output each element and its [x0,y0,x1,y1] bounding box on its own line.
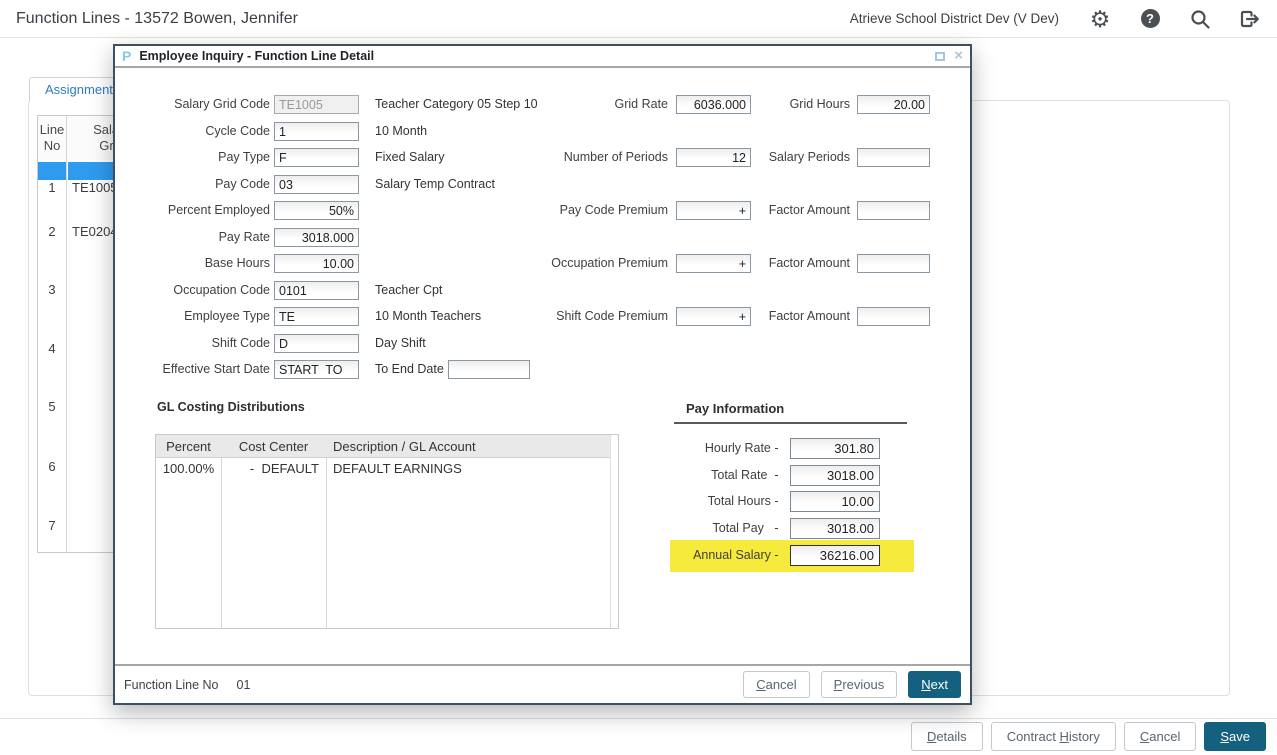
dialog-footer: Function Line No 01 Cancel Previous Next [115,664,970,703]
modal-previous-button[interactable]: Previous [821,671,898,698]
field-label: Percent Employed [115,201,270,220]
grid-hours-field[interactable] [857,95,930,114]
contract-history-button[interactable]: Contract History [991,722,1116,751]
field-label: Shift Code Premium [483,307,668,326]
field-description: 10 Month Teachers [375,307,481,326]
dialog-body: Salary Grid Code Teacher Category 05 Ste… [115,70,970,664]
field-label: Occupation Code [115,281,270,300]
to-end-date-label: To End Date [375,360,444,379]
field-label: Grid Rate [483,95,668,114]
field-description: Fixed Salary [375,148,444,167]
total-hours-field[interactable] [790,491,880,512]
pay-rate-field[interactable] [274,228,359,247]
field-label: Hourly Rate - [620,438,782,458]
cycle-code-field[interactable] [274,122,359,141]
gl-table-row[interactable]: 100.00% - DEFAULT DEFAULT EARNINGS [156,458,618,478]
footer-separator [0,718,1277,719]
field-label: Effective Start Date [115,360,270,379]
occupation-code-field[interactable] [274,281,359,300]
app-logo-icon: P [122,48,131,64]
cancel-button[interactable]: Cancel [1124,722,1196,751]
factor-amount-field[interactable] [857,307,930,326]
field-label: Base Hours [115,254,270,273]
factor-amount-field[interactable] [857,201,930,220]
field-label: Number of Periods [483,148,668,167]
field-label: Cycle Code [115,122,270,141]
field-label: Factor Amount [700,254,850,273]
search-icon[interactable] [1189,8,1211,30]
app-header: Function Lines - 13572 Bowen, Jennifer A… [0,0,1277,38]
percent-employed-field[interactable] [274,201,359,220]
function-line-no-label: Function Line No [124,678,219,692]
pay-information-title: Pay Information [674,401,907,424]
field-label: Grid Hours [700,95,850,114]
save-button[interactable]: Save [1204,722,1266,751]
field-label: Factor Amount [700,201,850,220]
field-label: Pay Code Premium [483,201,668,220]
gl-costing-table: Percent Cost Center Description / GL Acc… [155,434,619,629]
field-description: Salary Temp Contract [375,175,495,194]
field-label: Annual Salary - [620,545,782,565]
field-label: Salary Grid Code [115,95,270,114]
page-title: Function Lines - 13572 Bowen, Jennifer [16,10,298,28]
field-label: Total Pay - [620,518,782,538]
gl-table-scrollbar[interactable] [610,435,618,628]
field-label: Pay Type [115,148,270,167]
dialog-titlebar: P Employee Inquiry - Function Line Detai… [115,46,970,68]
hourly-rate-field[interactable] [790,438,880,459]
field-description: 10 Month [375,122,427,141]
selected-row-highlight[interactable] [38,162,66,180]
dialog-title: Employee Inquiry - Function Line Detail [139,49,374,63]
field-label: Shift Code [115,334,270,353]
salary-periods-field[interactable] [857,148,930,167]
employee-inquiry-dialog: P Employee Inquiry - Function Line Detai… [113,44,972,705]
field-description: Teacher Cpt [375,281,442,300]
gl-table-header: Percent Cost Center Description / GL Acc… [156,435,618,458]
shift-code-field[interactable] [274,334,359,353]
restore-window-icon[interactable] [935,52,945,61]
environment-name: Atrieve School District Dev (V Dev) [850,11,1059,26]
close-icon[interactable]: × [954,49,963,63]
annual-salary-field[interactable] [790,545,880,566]
field-label: Occupation Premium [483,254,668,273]
gl-costing-title: GL Costing Distributions [157,400,305,414]
total-rate-field[interactable] [790,465,880,486]
base-hours-field[interactable] [274,254,359,273]
total-pay-field[interactable] [790,518,880,539]
to-end-date-field[interactable] [448,360,530,379]
field-label: Pay Rate [115,228,270,247]
field-label: Salary Periods [700,148,850,167]
modal-next-button[interactable]: Next [908,671,961,698]
settings-gear-icon[interactable]: ⚙ [1089,8,1111,30]
page-footer-buttons: Details Contract History Cancel Save [911,722,1266,751]
logout-icon[interactable] [1239,8,1261,30]
salary-grid-code-field[interactable] [274,95,359,114]
details-button[interactable]: Details [911,722,983,751]
effective-start-date-field[interactable] [274,360,359,379]
field-label: Factor Amount [700,307,850,326]
field-label: Pay Code [115,175,270,194]
pay-code-field[interactable] [274,175,359,194]
field-label: Total Hours - [620,491,782,511]
field-label: Total Rate - [620,465,782,485]
field-description: Day Shift [375,334,426,353]
factor-amount-field[interactable] [857,254,930,273]
function-line-no-value: 01 [237,678,251,692]
modal-cancel-button[interactable]: Cancel [743,671,809,698]
field-label: Employee Type [115,307,270,326]
pay-type-field[interactable] [274,148,359,167]
employee-type-field[interactable] [274,307,359,326]
help-icon[interactable]: ? [1139,8,1161,30]
